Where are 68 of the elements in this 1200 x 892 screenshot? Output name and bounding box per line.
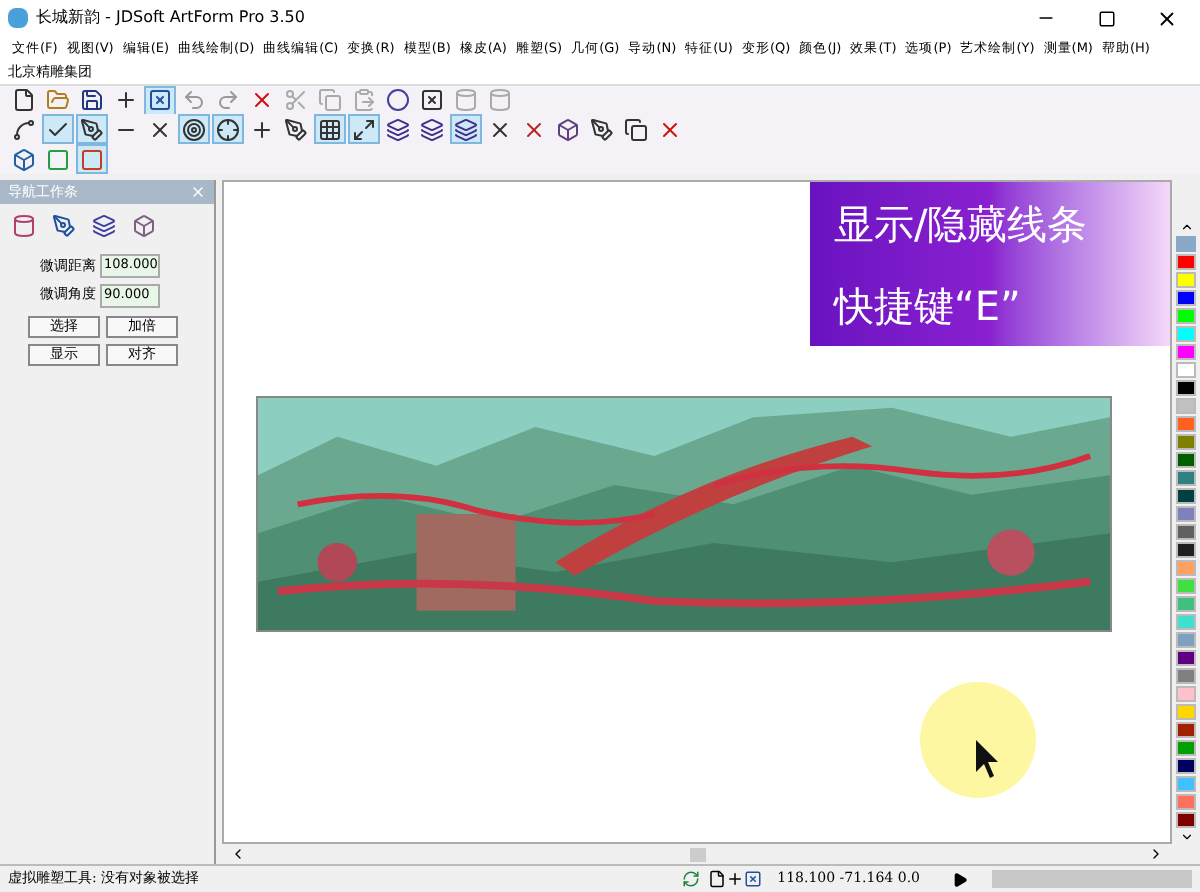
color-swatch[interactable] (1176, 776, 1196, 792)
sphere-icon[interactable] (382, 85, 414, 115)
color-swatch[interactable] (1176, 650, 1196, 666)
color-swatch[interactable] (1176, 254, 1196, 270)
pen-icon[interactable] (586, 114, 618, 144)
play-icon[interactable] (952, 871, 968, 887)
color-swatch[interactable] (1176, 416, 1196, 432)
box-x-icon[interactable] (144, 85, 176, 115)
color-swatch[interactable] (1176, 686, 1196, 702)
grid-icon[interactable] (314, 114, 346, 144)
color-swatch[interactable] (1176, 452, 1196, 468)
color-swatch[interactable] (1176, 542, 1196, 558)
color-swatch[interactable] (1176, 524, 1196, 540)
expand-icon[interactable] (348, 114, 380, 144)
color-swatch[interactable] (1176, 614, 1196, 630)
color-swatch[interactable] (1176, 470, 1196, 486)
color-swatch[interactable] (1176, 398, 1196, 414)
banner-text: 显示/隐藏线条 (834, 199, 1090, 247)
color-swatch[interactable] (1176, 758, 1196, 774)
color-swatch[interactable] (1176, 632, 1196, 648)
window-title: 长城新韵 - JDSoft ArtForm Pro 3.50 (36, 6, 305, 30)
cylinder-icon[interactable] (8, 210, 40, 240)
scroll-right-icon[interactable] (1148, 846, 1164, 862)
refresh-icon[interactable] (681, 870, 700, 888)
target-icon[interactable] (178, 114, 210, 144)
color-swatch[interactable] (1176, 704, 1196, 720)
color-swatch[interactable] (1176, 434, 1196, 450)
color-swatch[interactable] (1176, 326, 1196, 342)
layers-icon[interactable] (450, 114, 482, 144)
color-swatch[interactable] (1176, 344, 1196, 360)
color-swatch[interactable] (1176, 578, 1196, 594)
color-swatch[interactable] (1176, 380, 1196, 396)
scroll-down-icon[interactable] (1179, 830, 1193, 844)
layers-icon[interactable] (382, 114, 414, 144)
layers-icon[interactable] (416, 114, 448, 144)
scroll-up-icon[interactable] (1179, 220, 1193, 234)
pen-icon[interactable] (280, 114, 312, 144)
box-x-icon[interactable] (416, 85, 448, 115)
color-swatch[interactable] (1176, 272, 1196, 288)
layers-icon[interactable] (88, 210, 120, 240)
box-x-icon[interactable] (743, 870, 762, 888)
color-swatch[interactable] (1176, 722, 1196, 738)
plus-icon[interactable] (725, 870, 744, 888)
curve-icon[interactable] (8, 114, 40, 144)
app-icon (8, 8, 28, 28)
page-icon[interactable] (707, 870, 726, 888)
color-swatch[interactable] (1176, 290, 1196, 306)
color-swatch[interactable] (1176, 362, 1196, 378)
copy-icon[interactable] (620, 114, 652, 144)
cube-icon[interactable] (8, 144, 40, 174)
canvas[interactable]: 显示/隐藏线条 快捷键“E” (222, 180, 1172, 844)
color-swatch[interactable] (1176, 740, 1196, 756)
color-swatch[interactable] (1176, 308, 1196, 324)
save-icon[interactable] (76, 85, 108, 115)
color-swatch[interactable] (1176, 794, 1196, 810)
box-icon[interactable] (552, 114, 584, 144)
cursor-icon (976, 740, 1000, 780)
color-swatch[interactable] (1176, 596, 1196, 612)
banner-text: 快捷键“E” (834, 281, 1023, 329)
color-swatch[interactable] (1176, 668, 1196, 684)
crosshair-icon[interactable] (212, 114, 244, 144)
scroll-left-icon[interactable] (230, 846, 246, 862)
scroll-thumb[interactable] (689, 847, 705, 861)
color-swatch[interactable] (1176, 506, 1196, 522)
pen-icon[interactable] (76, 114, 108, 144)
color-swatch[interactable] (1176, 560, 1196, 576)
color-swatch[interactable] (1176, 488, 1196, 504)
color-swatch[interactable] (1176, 812, 1196, 828)
